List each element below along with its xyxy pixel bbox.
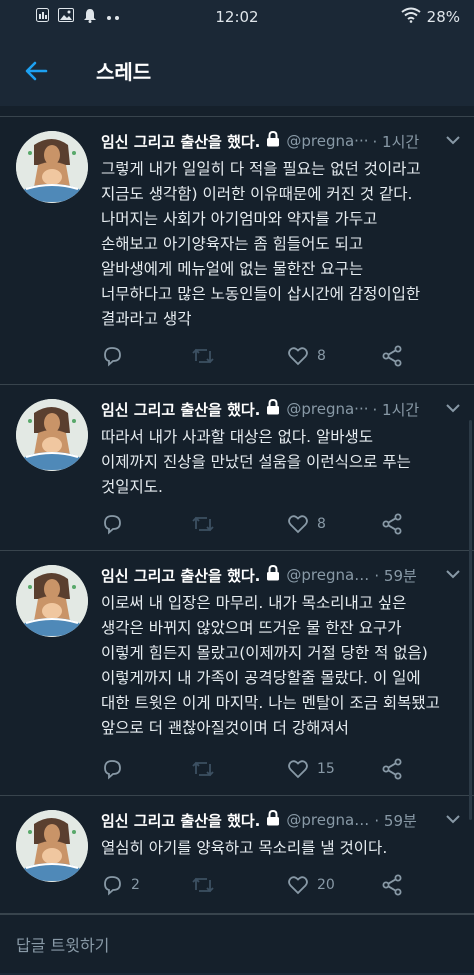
avatar-illustration-icon: [16, 399, 88, 471]
tweet-timestamp[interactable]: · 1시간: [373, 399, 420, 420]
page-title: 스레드: [96, 60, 152, 84]
like-button[interactable]: 15: [287, 758, 335, 780]
lock-icon: [266, 809, 280, 830]
scrollbar[interactable]: [469, 420, 472, 820]
tweet-actions: 8: [101, 345, 421, 369]
share-button[interactable]: [381, 345, 403, 367]
lock-icon: [266, 130, 280, 151]
avatar-illustration-icon: [16, 131, 88, 203]
thread-top-divider: [0, 106, 474, 117]
retweet-button[interactable]: [191, 874, 223, 896]
status-bar: 12:02 28%: [0, 0, 474, 34]
chevron-down-icon: [446, 404, 460, 413]
status-icons-right: 28%: [401, 7, 460, 27]
share-button[interactable]: [381, 874, 403, 896]
tweet-author-handle: @pregnan···: [286, 811, 371, 829]
tweet-actions: 8: [101, 513, 421, 537]
tweet-text: 따라서 내가 사과할 대상은 없다. 알바생도 이제까지 진상을 만났던 설움을…: [101, 428, 411, 496]
tweet-author-name[interactable]: 임신 그리고 출산을 했다.: [101, 399, 260, 420]
reply-bar: [0, 914, 474, 975]
chevron-down-icon: [446, 136, 460, 145]
like-count: 15: [317, 761, 335, 777]
share-button[interactable]: [381, 513, 403, 535]
tweet-text: 그렇게 내가 일일히 다 적을 필요는 없던 것이라고 지금도 생각함) 이러한…: [101, 160, 421, 328]
lock-icon: [266, 398, 280, 419]
tweet-timestamp[interactable]: · 59분: [374, 810, 416, 831]
tweet-header: 임신 그리고 출산을 했다. @pregnan··· · 59분: [101, 808, 460, 832]
battery-level: 28%: [426, 8, 460, 26]
tweet-author-name[interactable]: 임신 그리고 출산을 했다.: [101, 131, 260, 152]
share-button[interactable]: [381, 758, 403, 780]
reply-button[interactable]: [101, 345, 131, 367]
tweet-author-handle: @pregna···: [286, 132, 369, 150]
tweet-menu-button[interactable]: [444, 565, 462, 583]
reply-button[interactable]: 2: [101, 874, 140, 896]
tweet-timestamp[interactable]: · 59분: [374, 565, 416, 586]
reply-icon: [104, 347, 121, 367]
like-button[interactable]: 20: [287, 874, 335, 896]
tweet-author-handle: @pregnan···: [286, 566, 371, 584]
tweet-actions: 2 20: [101, 874, 421, 898]
avatar[interactable]: [16, 399, 88, 471]
wifi-icon: [401, 7, 421, 27]
heart-icon: [288, 515, 308, 534]
share-icon: [382, 513, 402, 535]
reply-count: 2: [131, 877, 140, 893]
lock-icon: [266, 564, 280, 585]
tweet-menu-button[interactable]: [444, 810, 462, 828]
share-icon: [382, 874, 402, 896]
avatar[interactable]: [16, 565, 88, 637]
tweet-menu-button[interactable]: [444, 131, 462, 149]
reply-button[interactable]: [101, 758, 131, 780]
reply-icon: [104, 760, 121, 780]
retweet-button[interactable]: [191, 345, 223, 367]
tweet-header: 임신 그리고 출산을 했다. @pregnan··· · 59분: [101, 563, 460, 587]
tweet-text: 이로써 내 입장은 마무리. 내가 목소리내고 싶은 생각은 바뀌지 않았으며 …: [101, 594, 440, 737]
share-icon: [382, 758, 402, 780]
share-icon: [382, 345, 402, 367]
chevron-down-icon: [446, 570, 460, 579]
like-count: 8: [317, 516, 326, 532]
like-button[interactable]: 8: [287, 345, 326, 367]
avatar[interactable]: [16, 131, 88, 203]
thread-header: 스레드: [0, 34, 474, 107]
reply-button[interactable]: [101, 513, 131, 535]
like-count: 8: [317, 348, 326, 364]
reply-input[interactable]: [14, 929, 464, 961]
tweet-author-name[interactable]: 임신 그리고 출산을 했다.: [101, 810, 260, 831]
tweet-author-name[interactable]: 임신 그리고 출산을 했다.: [101, 565, 260, 586]
tweet[interactable]: 임신 그리고 출산을 했다. @pregna··· · 1시간 그렇게 내가 일…: [0, 117, 474, 385]
retweet-button[interactable]: [191, 758, 223, 780]
heart-icon: [288, 347, 308, 366]
chevron-down-icon: [446, 815, 460, 824]
heart-icon: [288, 876, 308, 895]
retweet-icon: [192, 761, 214, 777]
retweet-button[interactable]: [191, 513, 223, 535]
retweet-icon: [192, 516, 214, 532]
tweet-timestamp[interactable]: · 1시간: [373, 131, 420, 152]
avatar[interactable]: [16, 810, 88, 882]
avatar-illustration-icon: [16, 810, 88, 882]
tweet-text: 열심히 아기를 양육하고 목소리를 낼 것이다.: [101, 839, 388, 857]
like-count: 20: [317, 877, 335, 893]
like-button[interactable]: 8: [287, 513, 326, 535]
tweet-header: 임신 그리고 출산을 했다. @pregna··· · 1시간: [101, 129, 460, 153]
tweet[interactable]: 임신 그리고 출산을 했다. @pregna··· · 1시간 따라서 내가 사…: [0, 385, 474, 551]
retweet-icon: [192, 877, 214, 893]
heart-icon: [288, 760, 308, 779]
tweet[interactable]: 임신 그리고 출산을 했다. @pregnan··· · 59분 이로써 내 입…: [0, 551, 474, 796]
reply-icon: [104, 515, 121, 535]
retweet-icon: [192, 348, 214, 364]
reply-icon: [104, 876, 121, 896]
tweet[interactable]: 임신 그리고 출산을 했다. @pregnan··· · 59분 열심히 아기를…: [0, 796, 474, 914]
back-button[interactable]: [22, 56, 52, 86]
tweet-menu-button[interactable]: [444, 399, 462, 417]
tweet-actions: 15: [101, 758, 421, 782]
avatar-illustration-icon: [16, 565, 88, 637]
tweet-author-handle: @pregna···: [286, 400, 369, 418]
back-arrow-icon: [25, 61, 48, 81]
tweet-header: 임신 그리고 출산을 했다. @pregna··· · 1시간: [101, 397, 460, 421]
